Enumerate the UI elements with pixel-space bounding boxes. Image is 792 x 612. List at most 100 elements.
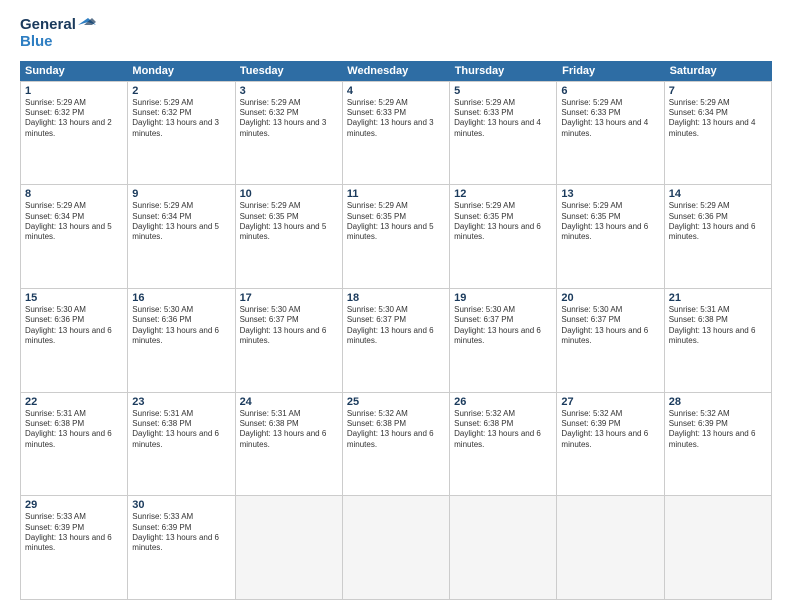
day-number: 7 (669, 85, 767, 97)
day-number: 18 (347, 292, 445, 304)
cal-header-day-monday: Monday (127, 61, 234, 81)
logo-blue-text: Blue (20, 33, 96, 50)
cal-cell: 18 Sunrise: 5:30 AM Sunset: 6:37 PM Dayl… (343, 289, 450, 392)
cell-info: Sunrise: 5:31 AM Sunset: 6:38 PM Dayligh… (669, 305, 767, 347)
cal-cell: 22 Sunrise: 5:31 AM Sunset: 6:38 PM Dayl… (21, 393, 128, 496)
day-number: 25 (347, 396, 445, 408)
day-number: 5 (454, 85, 552, 97)
cell-info: Sunrise: 5:31 AM Sunset: 6:38 PM Dayligh… (132, 409, 230, 451)
cal-cell: 27 Sunrise: 5:32 AM Sunset: 6:39 PM Dayl… (557, 393, 664, 496)
cell-info: Sunrise: 5:30 AM Sunset: 6:36 PM Dayligh… (25, 305, 123, 347)
day-number: 15 (25, 292, 123, 304)
day-number: 22 (25, 396, 123, 408)
calendar: SundayMondayTuesdayWednesdayThursdayFrid… (20, 61, 772, 601)
cal-cell (557, 496, 664, 599)
cell-info: Sunrise: 5:29 AM Sunset: 6:33 PM Dayligh… (347, 98, 445, 140)
cal-cell: 13 Sunrise: 5:29 AM Sunset: 6:35 PM Dayl… (557, 185, 664, 288)
cell-info: Sunrise: 5:30 AM Sunset: 6:37 PM Dayligh… (240, 305, 338, 347)
day-number: 12 (454, 188, 552, 200)
day-number: 21 (669, 292, 767, 304)
day-number: 6 (561, 85, 659, 97)
cell-info: Sunrise: 5:29 AM Sunset: 6:35 PM Dayligh… (454, 201, 552, 243)
cal-header-day-sunday: Sunday (20, 61, 127, 81)
cell-info: Sunrise: 5:29 AM Sunset: 6:35 PM Dayligh… (561, 201, 659, 243)
cal-cell: 6 Sunrise: 5:29 AM Sunset: 6:33 PM Dayli… (557, 82, 664, 185)
cal-week-1: 1 Sunrise: 5:29 AM Sunset: 6:32 PM Dayli… (21, 82, 772, 186)
cell-info: Sunrise: 5:29 AM Sunset: 6:33 PM Dayligh… (561, 98, 659, 140)
cell-info: Sunrise: 5:29 AM Sunset: 6:33 PM Dayligh… (454, 98, 552, 140)
day-number: 17 (240, 292, 338, 304)
cell-info: Sunrise: 5:31 AM Sunset: 6:38 PM Dayligh… (240, 409, 338, 451)
cal-cell: 12 Sunrise: 5:29 AM Sunset: 6:35 PM Dayl… (450, 185, 557, 288)
day-number: 19 (454, 292, 552, 304)
day-number: 16 (132, 292, 230, 304)
cell-info: Sunrise: 5:29 AM Sunset: 6:36 PM Dayligh… (669, 201, 767, 243)
page: General Blue SundayMondayTuesdayWednesda… (0, 0, 792, 612)
cell-info: Sunrise: 5:32 AM Sunset: 6:38 PM Dayligh… (454, 409, 552, 451)
cell-info: Sunrise: 5:32 AM Sunset: 6:39 PM Dayligh… (561, 409, 659, 451)
cal-cell: 21 Sunrise: 5:31 AM Sunset: 6:38 PM Dayl… (665, 289, 772, 392)
cal-cell: 25 Sunrise: 5:32 AM Sunset: 6:38 PM Dayl… (343, 393, 450, 496)
day-number: 24 (240, 396, 338, 408)
cell-info: Sunrise: 5:30 AM Sunset: 6:37 PM Dayligh… (454, 305, 552, 347)
cell-info: Sunrise: 5:33 AM Sunset: 6:39 PM Dayligh… (25, 512, 123, 554)
day-number: 11 (347, 188, 445, 200)
cal-cell: 14 Sunrise: 5:29 AM Sunset: 6:36 PM Dayl… (665, 185, 772, 288)
cell-info: Sunrise: 5:29 AM Sunset: 6:32 PM Dayligh… (25, 98, 123, 140)
day-number: 13 (561, 188, 659, 200)
cal-cell: 7 Sunrise: 5:29 AM Sunset: 6:34 PM Dayli… (665, 82, 772, 185)
cal-cell (343, 496, 450, 599)
day-number: 2 (132, 85, 230, 97)
cal-cell: 30 Sunrise: 5:33 AM Sunset: 6:39 PM Dayl… (128, 496, 235, 599)
day-number: 8 (25, 188, 123, 200)
cal-cell: 5 Sunrise: 5:29 AM Sunset: 6:33 PM Dayli… (450, 82, 557, 185)
cell-info: Sunrise: 5:29 AM Sunset: 6:32 PM Dayligh… (132, 98, 230, 140)
cal-cell: 11 Sunrise: 5:29 AM Sunset: 6:35 PM Dayl… (343, 185, 450, 288)
cal-cell: 1 Sunrise: 5:29 AM Sunset: 6:32 PM Dayli… (21, 82, 128, 185)
calendar-body: 1 Sunrise: 5:29 AM Sunset: 6:32 PM Dayli… (20, 81, 772, 601)
cal-week-3: 15 Sunrise: 5:30 AM Sunset: 6:36 PM Dayl… (21, 289, 772, 393)
day-number: 27 (561, 396, 659, 408)
day-number: 10 (240, 188, 338, 200)
day-number: 3 (240, 85, 338, 97)
cal-header-day-saturday: Saturday (665, 61, 772, 81)
cal-cell: 3 Sunrise: 5:29 AM Sunset: 6:32 PM Dayli… (236, 82, 343, 185)
cal-cell: 15 Sunrise: 5:30 AM Sunset: 6:36 PM Dayl… (21, 289, 128, 392)
cell-info: Sunrise: 5:30 AM Sunset: 6:37 PM Dayligh… (561, 305, 659, 347)
cal-cell: 9 Sunrise: 5:29 AM Sunset: 6:34 PM Dayli… (128, 185, 235, 288)
header: General Blue (20, 16, 772, 51)
cell-info: Sunrise: 5:31 AM Sunset: 6:38 PM Dayligh… (25, 409, 123, 451)
cell-info: Sunrise: 5:30 AM Sunset: 6:37 PM Dayligh… (347, 305, 445, 347)
day-number: 28 (669, 396, 767, 408)
cell-info: Sunrise: 5:33 AM Sunset: 6:39 PM Dayligh… (132, 512, 230, 554)
day-number: 9 (132, 188, 230, 200)
cal-cell (450, 496, 557, 599)
day-number: 23 (132, 396, 230, 408)
day-number: 1 (25, 85, 123, 97)
cal-cell: 29 Sunrise: 5:33 AM Sunset: 6:39 PM Dayl… (21, 496, 128, 599)
cal-header-day-wednesday: Wednesday (342, 61, 449, 81)
cal-header-day-friday: Friday (557, 61, 664, 81)
cal-week-5: 29 Sunrise: 5:33 AM Sunset: 6:39 PM Dayl… (21, 496, 772, 600)
cell-info: Sunrise: 5:29 AM Sunset: 6:34 PM Dayligh… (25, 201, 123, 243)
cal-cell: 19 Sunrise: 5:30 AM Sunset: 6:37 PM Dayl… (450, 289, 557, 392)
logo-general-text: General (20, 16, 76, 33)
cal-cell: 10 Sunrise: 5:29 AM Sunset: 6:35 PM Dayl… (236, 185, 343, 288)
cal-cell: 24 Sunrise: 5:31 AM Sunset: 6:38 PM Dayl… (236, 393, 343, 496)
logo: General Blue (20, 16, 96, 51)
cal-week-2: 8 Sunrise: 5:29 AM Sunset: 6:34 PM Dayli… (21, 185, 772, 289)
calendar-header: SundayMondayTuesdayWednesdayThursdayFrid… (20, 61, 772, 81)
cal-cell: 26 Sunrise: 5:32 AM Sunset: 6:38 PM Dayl… (450, 393, 557, 496)
day-number: 30 (132, 499, 230, 511)
cal-cell: 17 Sunrise: 5:30 AM Sunset: 6:37 PM Dayl… (236, 289, 343, 392)
cell-info: Sunrise: 5:32 AM Sunset: 6:38 PM Dayligh… (347, 409, 445, 451)
day-number: 20 (561, 292, 659, 304)
cell-info: Sunrise: 5:29 AM Sunset: 6:34 PM Dayligh… (132, 201, 230, 243)
cal-week-4: 22 Sunrise: 5:31 AM Sunset: 6:38 PM Dayl… (21, 393, 772, 497)
cal-cell (236, 496, 343, 599)
cal-header-day-tuesday: Tuesday (235, 61, 342, 81)
cell-info: Sunrise: 5:29 AM Sunset: 6:32 PM Dayligh… (240, 98, 338, 140)
cell-info: Sunrise: 5:29 AM Sunset: 6:35 PM Dayligh… (240, 201, 338, 243)
cal-cell: 2 Sunrise: 5:29 AM Sunset: 6:32 PM Dayli… (128, 82, 235, 185)
day-number: 4 (347, 85, 445, 97)
